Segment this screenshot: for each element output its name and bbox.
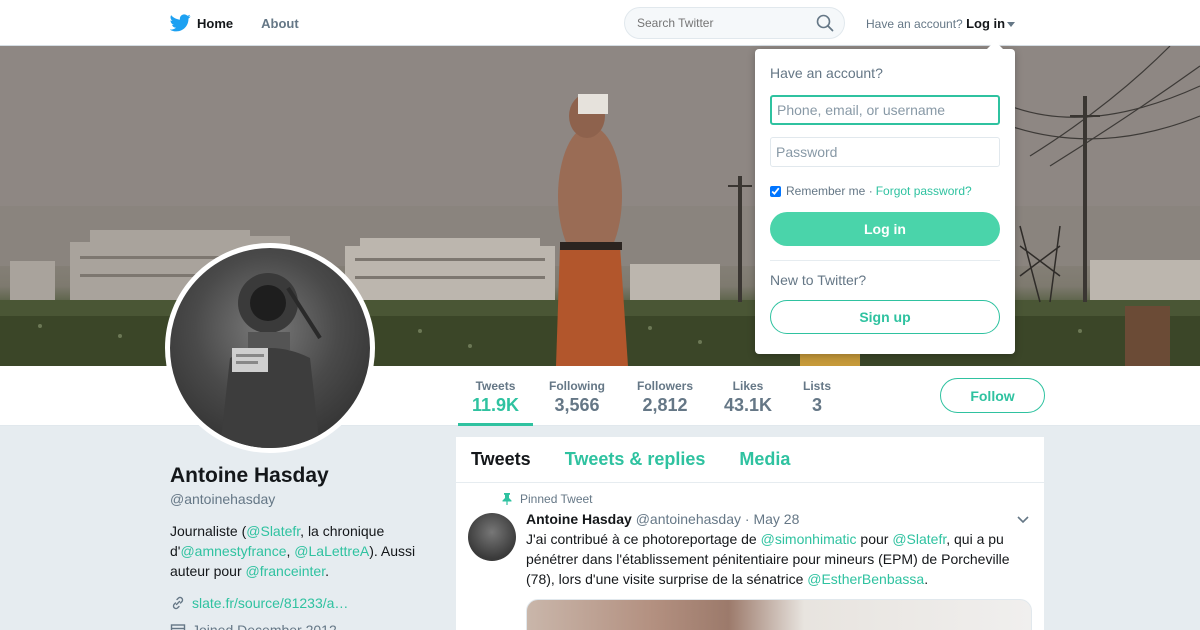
twitter-bird-icon bbox=[170, 14, 191, 32]
profile-avatar[interactable] bbox=[165, 243, 375, 453]
top-nav: Home About Have an account? Log in bbox=[0, 0, 1200, 46]
stat-lists-value: 3 bbox=[811, 395, 822, 415]
stat-followers-value: 2,812 bbox=[642, 395, 688, 415]
tweet-mention-estherbenbassa[interactable]: @EstherBenbassa bbox=[807, 571, 924, 587]
stat-following-value: 3,566 bbox=[554, 395, 600, 415]
chevron-down-icon[interactable] bbox=[1016, 515, 1030, 525]
stat-followers[interactable]: Followers 2,812 bbox=[624, 366, 706, 426]
password-field[interactable] bbox=[770, 137, 1000, 167]
login-toggle[interactable]: Have an account? Log in bbox=[866, 16, 1016, 31]
login-link[interactable]: Log in bbox=[966, 16, 1005, 31]
profile-joined-text: Joined December 2012 bbox=[192, 622, 337, 630]
new-to-twitter-text: New to Twitter? bbox=[770, 272, 867, 288]
stat-likes-label: Likes bbox=[732, 379, 764, 393]
timeline: Tweets Tweets & replies Media Pinned Twe… bbox=[456, 437, 1044, 630]
tweet-text-1: J'ai contribué à ce photoreportage de bbox=[526, 531, 761, 547]
tab-media[interactable]: Media bbox=[739, 449, 790, 470]
pinned-row: Pinned Tweet bbox=[502, 492, 593, 506]
profile-url-link[interactable]: slate.fr/source/81233/a… bbox=[192, 595, 348, 611]
forgot-password-link[interactable]: Forgot password? bbox=[876, 184, 972, 198]
tweet-text: J'ai contribué à ce photoreportage de @s… bbox=[526, 529, 1016, 589]
dropdown-divider bbox=[770, 260, 1000, 261]
tweet-author[interactable]: Antoine Hasday bbox=[526, 511, 632, 527]
timeline-tabs: Tweets Tweets & replies Media bbox=[456, 437, 1044, 483]
nav-home-label: Home bbox=[197, 15, 234, 31]
tweet-handle[interactable]: @antoinehasday bbox=[636, 511, 741, 527]
pin-icon bbox=[502, 493, 512, 505]
tab-tweets-replies[interactable]: Tweets & replies bbox=[565, 449, 706, 470]
bio-mention-lalettrea[interactable]: @LaLettreA bbox=[294, 543, 369, 559]
search-input[interactable] bbox=[624, 7, 845, 39]
nav-about-label: About bbox=[261, 15, 299, 31]
tweet-media-image[interactable] bbox=[526, 599, 1032, 630]
username-field[interactable] bbox=[770, 95, 1000, 125]
stat-tweets[interactable]: Tweets 11.9K bbox=[458, 366, 533, 426]
bio-mention-slatefr[interactable]: @Slatefr bbox=[246, 523, 300, 539]
calendar-icon bbox=[170, 624, 186, 630]
nav-home[interactable]: Home bbox=[170, 14, 233, 32]
stat-followers-label: Followers bbox=[636, 379, 693, 393]
bio-mention-franceinter[interactable]: @franceinter bbox=[246, 563, 326, 579]
login-dropdown: Have an account? Remember me · Forgot pa… bbox=[755, 41, 1015, 354]
stat-likes-value: 43.1K bbox=[724, 395, 773, 415]
avatar-photo bbox=[220, 273, 322, 448]
nav-left: Home About bbox=[170, 0, 327, 46]
tweet-date[interactable]: · May 28 bbox=[745, 511, 799, 527]
tweet-avatar[interactable] bbox=[468, 513, 516, 561]
remember-checkbox[interactable] bbox=[770, 185, 781, 197]
stat-tweets-value: 11.9K bbox=[471, 395, 520, 415]
tweet-mention-slatefr[interactable]: @Slatefr bbox=[892, 531, 946, 547]
signup-button[interactable]: Sign up bbox=[770, 300, 1000, 334]
stat-following[interactable]: Following 3,566 bbox=[536, 366, 618, 426]
nav-about[interactable]: About bbox=[261, 16, 299, 31]
profile-handle: @antoinehasday bbox=[170, 491, 276, 507]
profile-name: Antoine Hasday bbox=[170, 464, 329, 487]
tweet-text-4: . bbox=[924, 571, 929, 587]
profile-url-row: slate.fr/source/81233/a… bbox=[170, 595, 348, 611]
stat-lists-label: Lists bbox=[802, 379, 831, 393]
stat-following-label: Following bbox=[549, 379, 605, 393]
caret-down-icon bbox=[1007, 22, 1016, 28]
follow-button[interactable]: Follow bbox=[940, 378, 1045, 413]
dropdown-title: Have an account? bbox=[770, 65, 883, 81]
link-icon bbox=[172, 596, 184, 610]
have-account-text: Have an account? bbox=[866, 17, 963, 31]
remember-row: Remember me · Forgot password? bbox=[770, 184, 972, 198]
profile-bio: Journaliste (@Slatefr, la chronique d'@a… bbox=[170, 521, 430, 581]
stat-likes[interactable]: Likes 43.1K bbox=[712, 366, 784, 426]
tweet-text-2: pour bbox=[856, 531, 893, 547]
bio-text-5: . bbox=[325, 563, 329, 579]
bio-mention-amnestyfrance[interactable]: @amnestyfrance bbox=[180, 543, 286, 559]
login-button[interactable]: Log in bbox=[770, 212, 1000, 246]
pinned-label: Pinned Tweet bbox=[520, 492, 593, 506]
search-icon[interactable] bbox=[816, 14, 834, 32]
remember-label: Remember me · bbox=[786, 184, 873, 198]
tweet-header: Antoine Hasday @antoinehasday · May 28 bbox=[526, 511, 799, 527]
profile-joined-row: Joined December 2012 bbox=[170, 622, 337, 630]
bio-text-1: Journaliste ( bbox=[170, 523, 247, 539]
tab-tweets[interactable]: Tweets bbox=[471, 449, 531, 470]
stat-tweets-label: Tweets bbox=[475, 379, 516, 393]
stat-lists[interactable]: Lists 3 bbox=[790, 366, 844, 426]
tweet-mention-simonhimatic[interactable]: @simonhimatic bbox=[761, 531, 857, 547]
